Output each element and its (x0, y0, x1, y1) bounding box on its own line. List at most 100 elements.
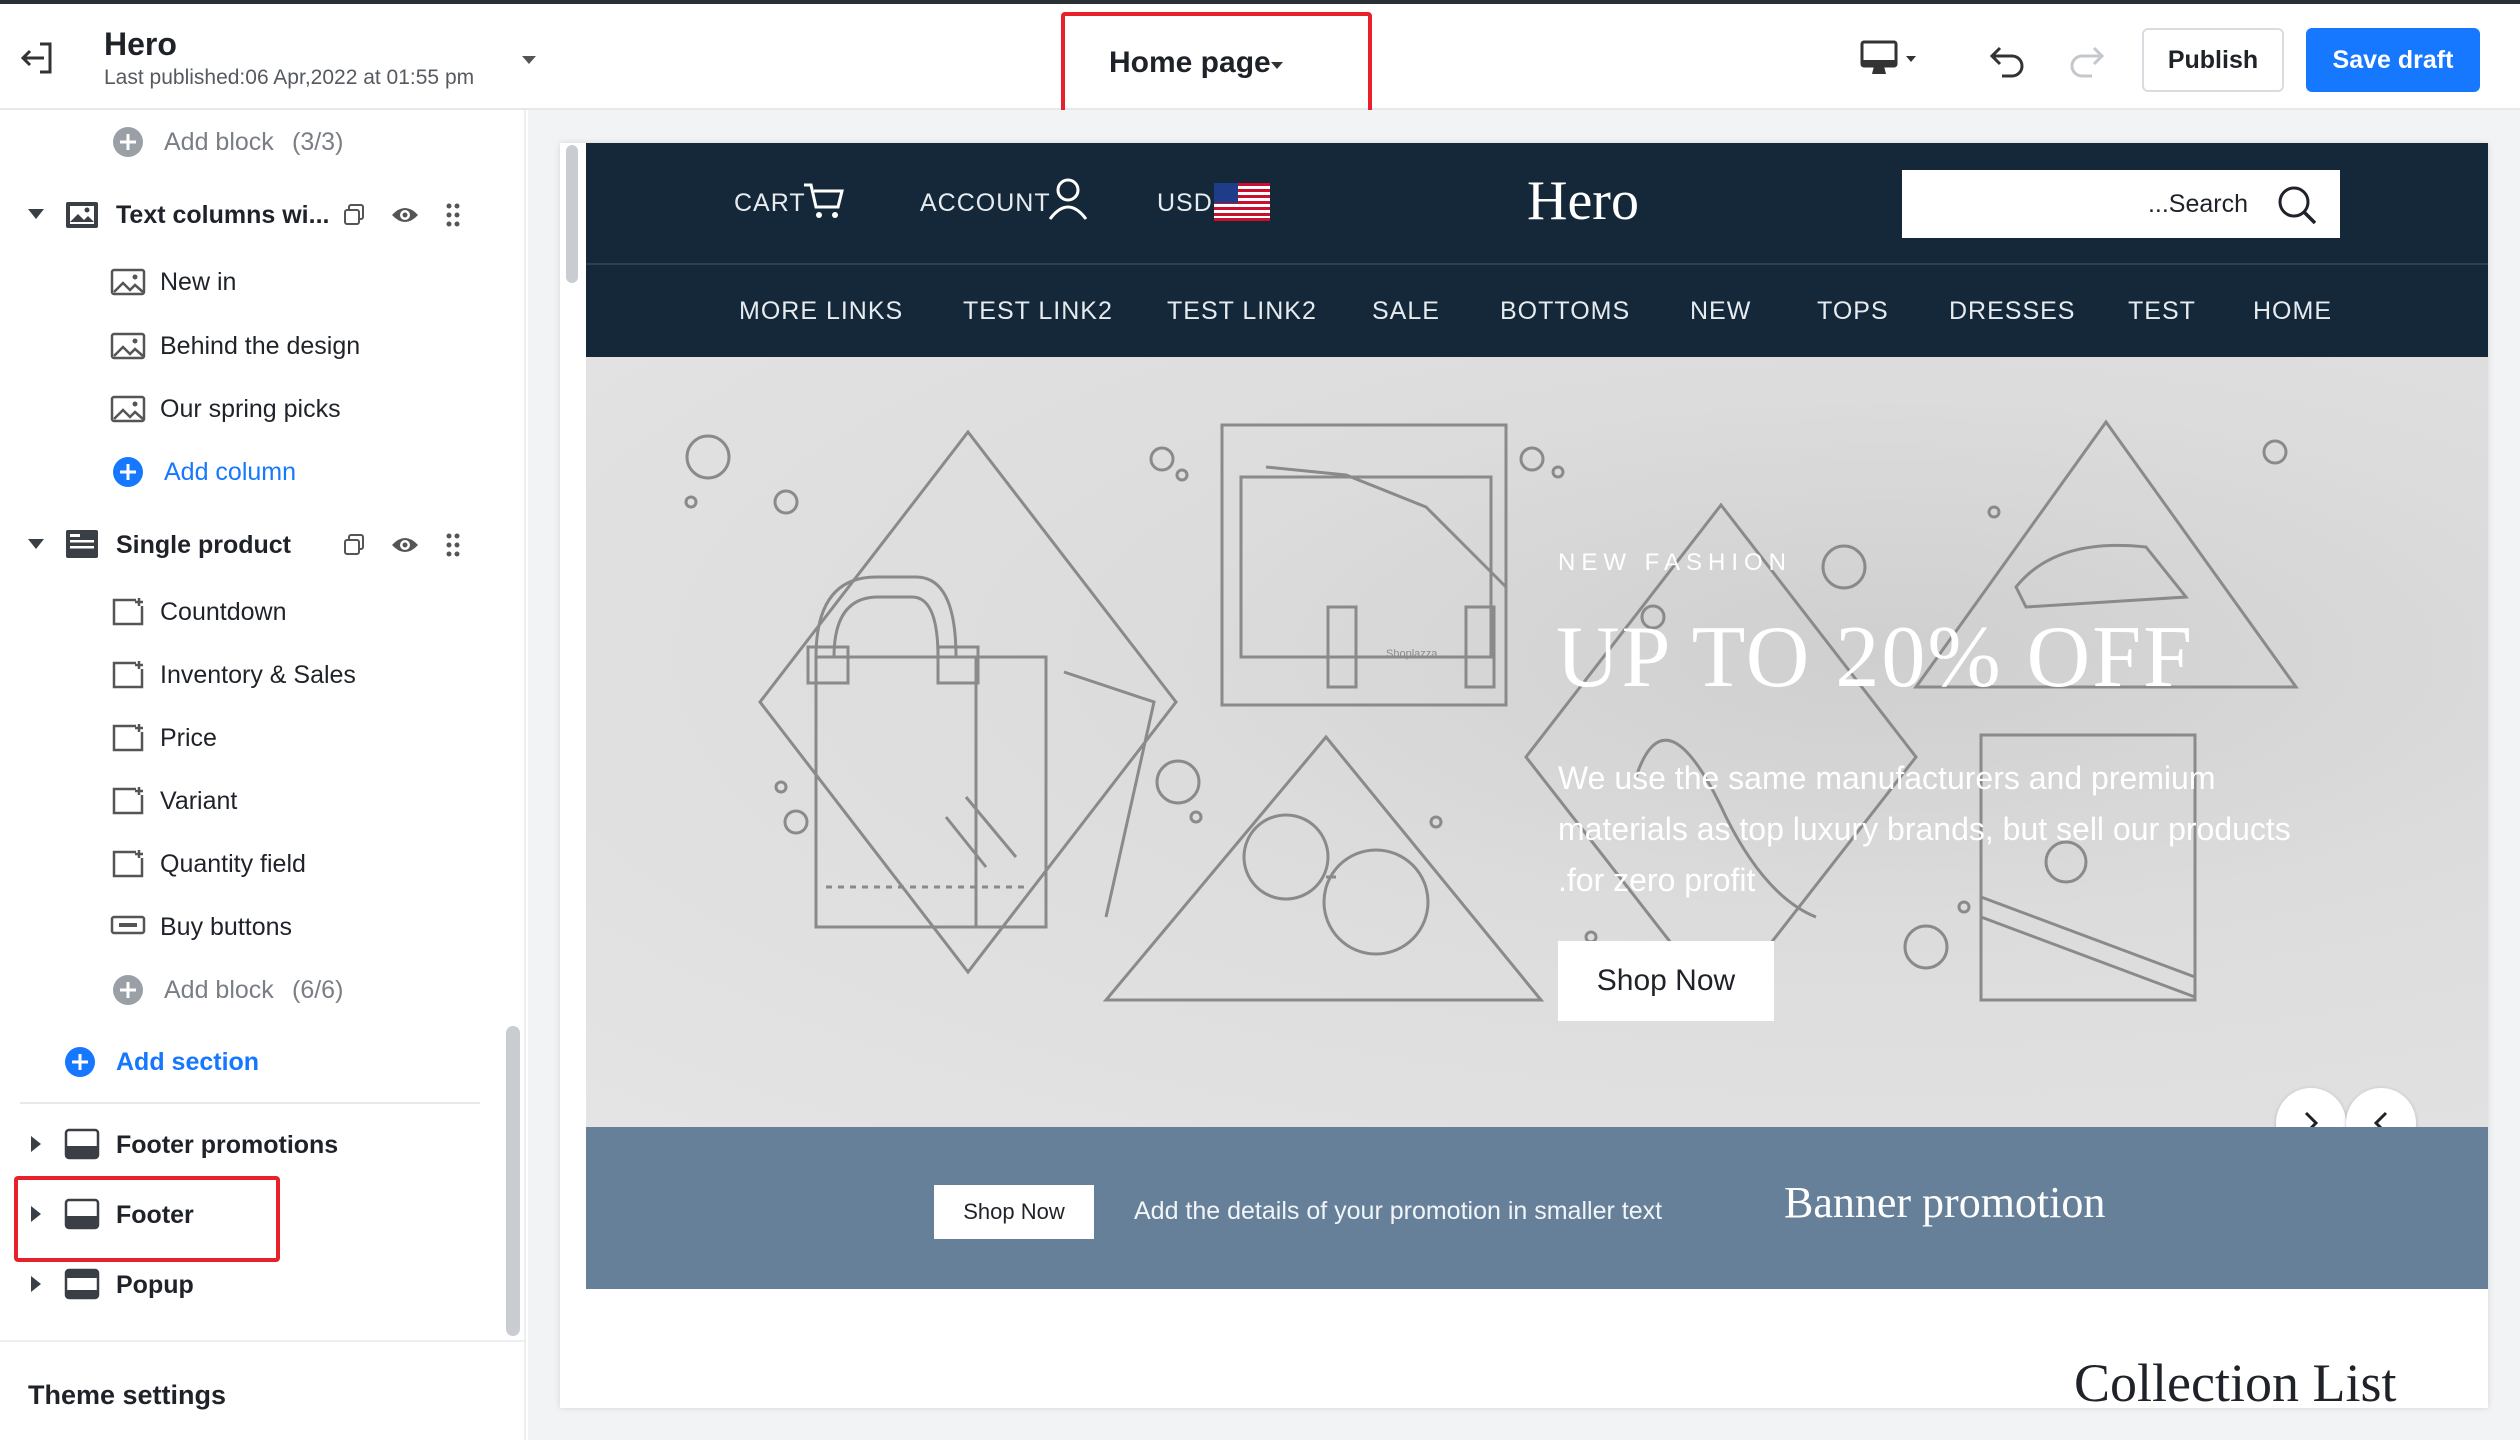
nav-link[interactable]: TOPS (1817, 297, 1889, 326)
block-buy-buttons[interactable]: Buy buttons (0, 899, 500, 953)
hero-shop-now-button[interactable]: Shop Now (1558, 941, 1774, 1021)
nav-link[interactable]: SALE (1372, 297, 1440, 326)
duplicate-icon[interactable] (342, 533, 366, 557)
block-icon (112, 724, 144, 752)
collection-list-title: Collection List (2074, 1353, 2397, 1413)
nav-link[interactable]: TEST LINK2 (1167, 297, 1317, 326)
block-our-spring-picks[interactable]: Our spring picks (0, 381, 500, 435)
plus-circle-icon (113, 975, 143, 1005)
block-icon (112, 787, 144, 815)
block-label: Variant (160, 787, 238, 815)
section-label: Text columns wi... (116, 201, 330, 229)
section-single-product[interactable]: Single product (0, 518, 500, 572)
cart-link[interactable]: CART (734, 189, 806, 218)
drag-handle-icon[interactable] (444, 532, 462, 558)
nav-link[interactable]: MORE LINKS (739, 297, 903, 326)
nav-link[interactable]: BOTTOMS (1500, 297, 1630, 326)
account-link[interactable]: ACCOUNT (920, 189, 1051, 218)
search-icon[interactable] (2276, 184, 2318, 226)
search-placeholder: ...Search (2147, 190, 2248, 218)
currency-selector[interactable]: USD (1157, 189, 1213, 218)
sidebar-scrollbar[interactable] (506, 1026, 520, 1336)
block-variant[interactable]: Variant (0, 773, 500, 827)
desktop-device-icon[interactable] (1858, 40, 1922, 80)
nav-link[interactable]: NEW (1690, 297, 1751, 326)
block-label: Behind the design (160, 332, 361, 360)
image-section-icon (66, 202, 98, 228)
theme-settings-label: Theme settings (28, 1380, 227, 1410)
add-block-button[interactable]: Add block (6/6) (0, 962, 500, 1016)
nav-link[interactable]: TEST LINK2 (963, 297, 1113, 326)
promo-text: Add the details of your promotion in sma… (1134, 1197, 1663, 1225)
add-block-button[interactable]: Add block (3/3) (0, 114, 500, 168)
us-flag-icon[interactable] (1214, 183, 1270, 221)
exit-icon[interactable] (18, 38, 58, 78)
store-nav: MORE LINKS TEST LINK2 TEST LINK2 SALE BO… (586, 263, 2488, 357)
button-block-icon (110, 915, 146, 935)
theme-title: Hero (104, 26, 177, 62)
section-text-columns[interactable]: Text columns wi... (0, 188, 500, 242)
block-icon (112, 598, 144, 626)
chevron-down-icon[interactable] (28, 539, 44, 549)
publish-button[interactable]: Publish (2142, 28, 2284, 92)
hero-title: UP TO 20% OFF (1556, 609, 2195, 706)
block-inventory-sales[interactable]: Inventory & Sales (0, 647, 500, 701)
promo-shop-now-button[interactable]: Shop Now (934, 1185, 1094, 1239)
save-draft-button[interactable]: Save draft (2306, 28, 2480, 92)
section-popup[interactable]: Popup (0, 1258, 500, 1312)
plus-circle-icon (113, 127, 143, 157)
store-brand-logo[interactable]: Hero (1527, 169, 1639, 233)
section-label: Single product (116, 531, 291, 559)
chevron-right-icon[interactable] (31, 1136, 41, 1152)
block-label: Price (160, 724, 217, 752)
block-new-in[interactable]: New in (0, 254, 500, 308)
promotion-banner: Shop Now Add the details of your promoti… (586, 1127, 2488, 1289)
footer-section-icon (64, 1128, 100, 1160)
chevron-down-icon[interactable] (28, 209, 44, 219)
add-block-label: Add block (164, 976, 274, 1004)
page-select-label: Home page (1109, 46, 1271, 79)
cart-icon[interactable] (802, 181, 846, 221)
add-section-label: Add section (116, 1048, 260, 1076)
nav-link[interactable]: HOME (2253, 297, 2332, 326)
nav-link[interactable]: DRESSES (1949, 297, 2075, 326)
block-quantity-field[interactable]: Quantity field (0, 836, 500, 890)
preview-scrollbar[interactable] (566, 145, 578, 283)
block-icon (112, 661, 144, 689)
redo-icon[interactable] (2066, 42, 2106, 78)
block-count: (6/6) (292, 976, 344, 1004)
last-published-text: Last published:06 Apr,2022 at 01:55 pm (104, 66, 475, 89)
footer-highlight-box (14, 1176, 280, 1262)
account-icon[interactable] (1046, 177, 1090, 221)
block-label: Buy buttons (160, 913, 293, 941)
block-label: Our spring picks (160, 395, 341, 423)
eye-icon[interactable] (390, 533, 420, 557)
nav-link[interactable]: TEST (2128, 297, 2196, 326)
hero-slideshow: Shoplazza NEW FASHION UP TO 20% OFF We u… (586, 357, 2488, 1127)
hero-description: We use the same manufacturers and premiu… (1558, 753, 2458, 906)
undo-icon[interactable] (1988, 42, 2028, 78)
add-column-button[interactable]: Add column (0, 444, 500, 498)
block-behind-the-design[interactable]: Behind the design (0, 318, 500, 372)
section-footer-promotions[interactable]: Footer promotions (0, 1118, 500, 1172)
theme-settings-button[interactable]: Theme settings (0, 1340, 526, 1440)
hero-kicker: NEW FASHION (1558, 549, 1793, 576)
image-icon (110, 268, 146, 296)
block-countdown[interactable]: Countdown (0, 584, 500, 638)
eye-icon[interactable] (390, 203, 420, 227)
chevron-down-icon[interactable] (522, 56, 536, 64)
duplicate-icon[interactable] (342, 203, 366, 227)
promo-title: Banner promotion (1784, 1178, 2106, 1227)
add-section-button[interactable]: Add section (0, 1034, 500, 1088)
block-price[interactable]: Price (0, 710, 500, 764)
section-label: Footer promotions (116, 1131, 339, 1159)
chevron-right-icon[interactable] (31, 1276, 41, 1292)
hero-desc-line: We use the same manufacturers and premiu… (1558, 760, 2216, 796)
page-select-dropdown[interactable]: Home page (1061, 12, 1372, 118)
drag-handle-icon[interactable] (444, 202, 462, 228)
image-icon (110, 332, 146, 360)
store-search-input[interactable]: ...Search (1902, 170, 2340, 238)
plus-circle-icon (65, 1047, 95, 1077)
watermark-text: Shoplazza (1386, 648, 1438, 660)
add-block-label: Add block (164, 128, 274, 156)
